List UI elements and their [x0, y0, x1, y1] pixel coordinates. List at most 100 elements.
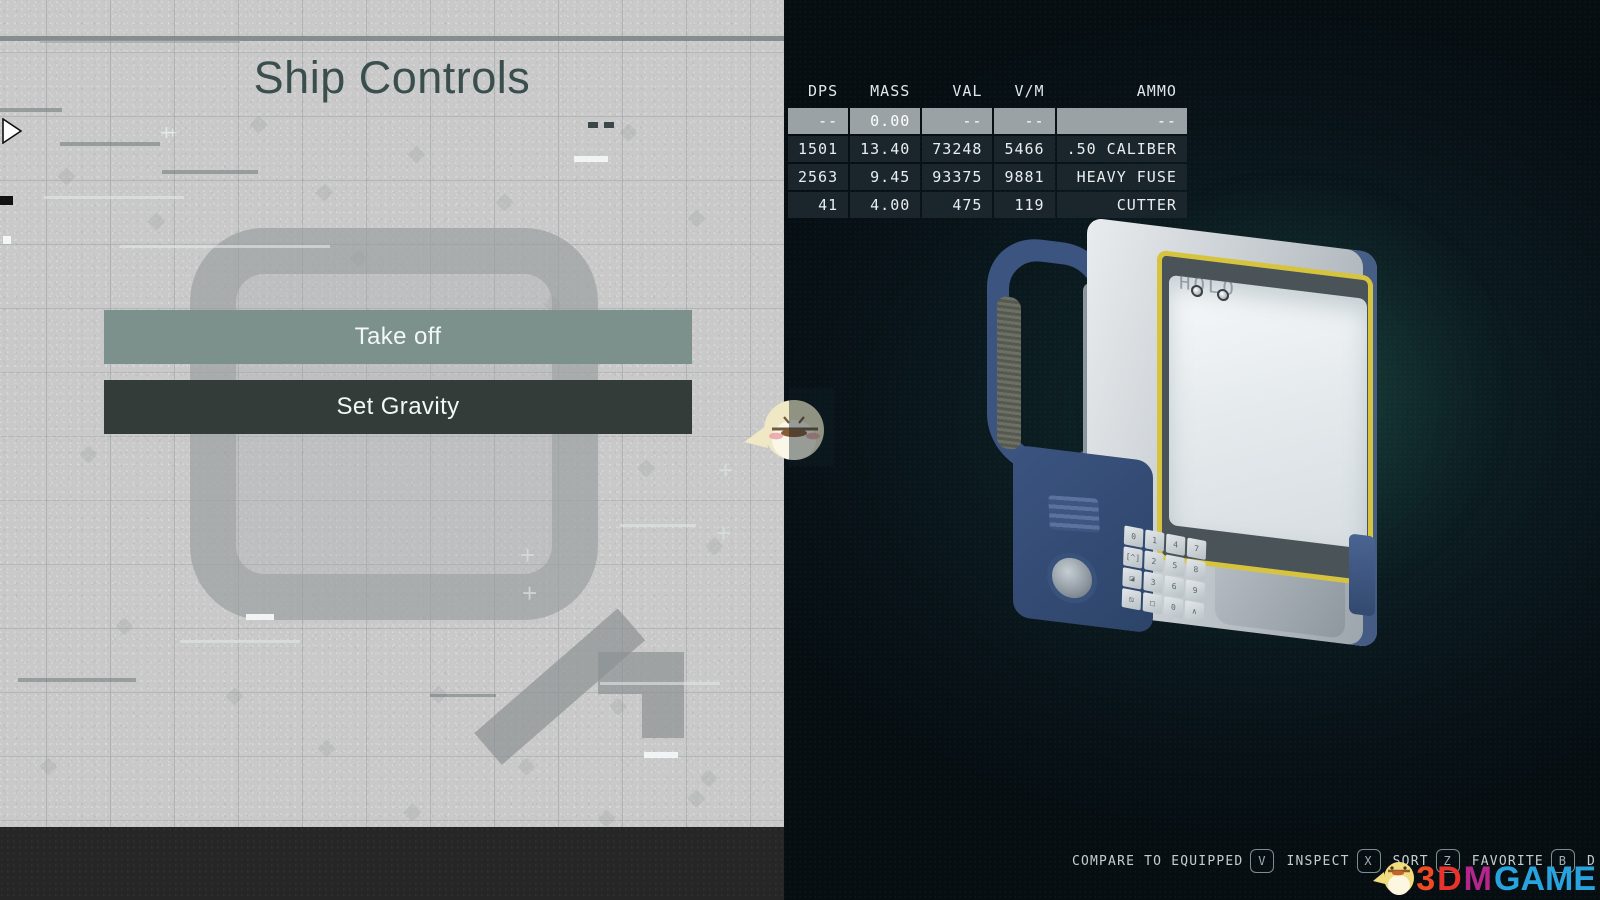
ship-controls-panel: + + + + + + Ship Controls Take off Set G…	[0, 0, 784, 900]
watermark-3dmgame: 3 D M GAME	[1372, 854, 1596, 896]
cell-dps: 2563	[788, 164, 849, 190]
stats-table-header: DPS MASS VAL V/M AMMO	[788, 80, 1187, 106]
deco-rule	[40, 40, 240, 43]
set-gravity-label: Set Gravity	[336, 393, 460, 420]
table-row[interactable]: 41 4.00 475 119 CUTTER	[788, 192, 1187, 218]
cell-dps: 41	[788, 192, 849, 218]
cell-vm: 119	[994, 192, 1055, 218]
deco-dashes	[246, 614, 274, 620]
take-off-label: Take off	[354, 323, 442, 350]
deco-rule	[18, 678, 136, 682]
cell-vm: --	[994, 108, 1055, 134]
hint-label: COMPARE TO EQUIPPED	[1071, 853, 1244, 869]
cell-ammo: .50 CALIBER	[1056, 136, 1187, 162]
keypad-key: 5	[1165, 554, 1185, 577]
deco-plus-icon: +	[168, 125, 178, 142]
item-3d-preview[interactable]: HOLO 0 1 4 7 [^] 2 5 8 ◪ 3 6 9 ⧅ □ 0 ∧	[979, 217, 1399, 648]
keypad-key: 2	[1144, 550, 1164, 573]
keypad-key: 0	[1123, 525, 1144, 548]
device-screen	[1169, 274, 1367, 550]
table-row[interactable]: 2563 9.45 93375 9881 HEAVY FUSE	[788, 164, 1187, 190]
cell-val: 475	[922, 192, 993, 218]
ship-icon-arrow	[474, 608, 684, 824]
keypad-key: 3	[1143, 571, 1163, 594]
deco-rule	[180, 640, 300, 643]
column-header-mass: MASS	[870, 82, 911, 100]
cell-ammo: HEAVY FUSE	[1056, 164, 1187, 190]
keypad-key: 7	[1186, 537, 1207, 561]
keypad-key: 8	[1186, 558, 1206, 581]
set-gravity-button[interactable]: Set Gravity	[104, 380, 692, 434]
stats-header-row: DPS MASS VAL V/M AMMO	[788, 80, 1187, 106]
bottom-dark-band	[0, 827, 784, 900]
keypad-key: □	[1142, 592, 1163, 615]
cell-mass: 13.40	[850, 136, 921, 162]
cell-dps: 1501	[788, 136, 849, 162]
deco-square	[0, 196, 13, 205]
table-row[interactable]: -- 0.00 -- -- --	[788, 108, 1187, 134]
deco-cross-icon: +	[718, 455, 734, 485]
watermark-part-3: 3	[1416, 860, 1436, 898]
cell-mass: 0.00	[850, 108, 921, 134]
hint-label: INSPECT	[1286, 853, 1350, 869]
keypad-key: [^]	[1123, 546, 1143, 569]
deco-cross-icon: +	[520, 540, 536, 570]
keypad-key: ⧅	[1121, 587, 1142, 611]
take-off-button[interactable]: Take off	[104, 310, 692, 364]
cell-val: 93375	[922, 164, 993, 190]
deco-dashes	[644, 752, 678, 758]
column-header-ammo: AMMO	[1136, 82, 1177, 100]
inventory-panel: HOLO 0 1 4 7 [^] 2 5 8 ◪ 3 6 9 ⧅ □ 0 ∧ D…	[784, 0, 1600, 900]
deco-rule	[430, 694, 496, 697]
cell-ammo: CUTTER	[1056, 192, 1187, 218]
hint-compare-to-equipped[interactable]: COMPARE TO EQUIPPED V	[1072, 849, 1275, 873]
table-row[interactable]: 1501 13.40 73248 5466 .50 CALIBER	[788, 136, 1187, 162]
cell-mass: 4.00	[850, 192, 921, 218]
column-header-val: VAL	[952, 82, 983, 100]
hint-inspect[interactable]: INSPECT X	[1286, 849, 1381, 873]
deco-rule	[44, 196, 184, 199]
deco-rule	[0, 108, 62, 112]
cell-mass: 9.45	[850, 164, 921, 190]
deco-square	[604, 122, 614, 128]
mascot-bird-overlay	[744, 388, 834, 466]
item-stats-table: DPS MASS VAL V/M AMMO -- 0.00 -- -- -- 1…	[786, 78, 1189, 220]
deco-square	[3, 236, 11, 244]
deco-rule	[120, 245, 330, 248]
device-side-fin	[1349, 533, 1375, 617]
deco-cross-icon: +	[522, 578, 538, 608]
mouse-cursor-icon	[2, 118, 22, 144]
keypad-key: ∧	[1184, 600, 1205, 623]
cell-vm: 9881	[994, 164, 1055, 190]
page-title: Ship Controls	[253, 52, 531, 103]
watermark-part-game: GAME	[1494, 860, 1596, 898]
watermark-bird-icon	[1373, 862, 1415, 895]
screenshot-root: + + + + + + Ship Controls Take off Set G…	[0, 0, 1600, 900]
device-vent-ridges	[1048, 495, 1100, 533]
watermark-part-m: M	[1463, 860, 1492, 898]
keypad-key: 0	[1163, 596, 1184, 619]
keypad-key: 6	[1164, 575, 1184, 598]
deco-dashes	[574, 156, 608, 162]
deco-rule	[620, 524, 696, 527]
column-header-vm: V/M	[1014, 82, 1045, 100]
column-header-dps: DPS	[808, 82, 839, 100]
deco-rule	[162, 170, 258, 174]
deco-rule	[600, 682, 720, 685]
deco-square	[588, 122, 598, 128]
cell-ammo: --	[1056, 108, 1187, 134]
deco-cross-icon: +	[716, 518, 732, 548]
cell-dps: --	[788, 108, 849, 134]
watermark-part-d: D	[1437, 860, 1462, 898]
device-grip-texture	[997, 295, 1021, 451]
cell-vm: 5466	[994, 136, 1055, 162]
keypad-key: ◪	[1122, 567, 1142, 590]
deco-rule	[60, 142, 160, 146]
stats-table-body: -- 0.00 -- -- -- 1501 13.40 73248 5466 .…	[788, 108, 1187, 218]
cell-val: --	[922, 108, 993, 134]
keypad-key: 1	[1144, 529, 1165, 552]
hint-key: V	[1250, 849, 1275, 873]
keypad-key: 9	[1185, 579, 1205, 602]
keypad-key: 4	[1165, 533, 1186, 556]
device-keypad: 0 1 4 7 [^] 2 5 8 ◪ 3 6 9 ⧅ □ 0 ∧	[1121, 525, 1207, 623]
